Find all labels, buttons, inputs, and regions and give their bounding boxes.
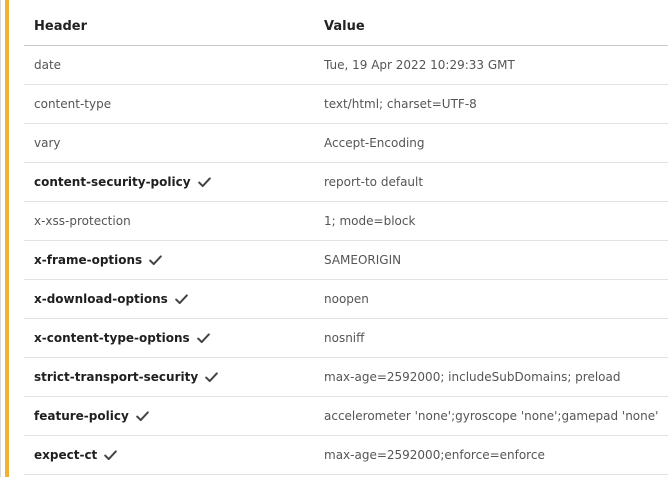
header-value-cell: 1; mode=block (314, 201, 668, 241)
header-name: expect-ct (34, 448, 98, 462)
header-name: strict-transport-security (34, 370, 199, 384)
header-name-cell: content-security-policy (24, 162, 314, 202)
table-header-row: Header Value (24, 8, 668, 46)
table-row: content-security-policy report-to defaul… (24, 162, 668, 202)
header-name: date (34, 58, 62, 72)
header-name: feature-policy (34, 409, 129, 423)
header-name: content-security-policy (34, 175, 191, 189)
column-header-value[interactable]: Value (314, 8, 668, 46)
header-name-cell: feature-policy (24, 396, 314, 436)
header-name-cell: x-frame-options (24, 240, 314, 280)
column-header-header[interactable]: Header (24, 8, 314, 46)
check-icon (205, 372, 218, 383)
check-icon (104, 450, 118, 461)
headers-table: Header Value date Tue, 19 Apr 2022 10:29… (24, 8, 668, 475)
table-row: feature-policy accelerometer 'none';gyro… (24, 396, 668, 436)
header-value-cell: Accept-Encoding (314, 123, 668, 163)
header-name-cell: expect-ct (24, 435, 314, 475)
table-row: x-frame-options SAMEORIGIN (24, 240, 668, 280)
header-name-cell: x-download-options (24, 279, 314, 319)
header-name-cell: x-xss-protection (24, 201, 314, 241)
header-value-cell: report-to default (314, 162, 668, 202)
table-row: vary Accept-Encoding (24, 123, 668, 163)
header-value-cell: nosniff (314, 318, 668, 358)
header-name-cell: vary (24, 123, 314, 163)
header-value-cell: SAMEORIGIN (314, 240, 668, 280)
check-icon (135, 411, 149, 422)
header-name: x-frame-options (34, 253, 143, 267)
header-value-cell: Tue, 19 Apr 2022 10:29:33 GMT (314, 45, 668, 85)
check-icon (175, 294, 188, 305)
accent-bar (5, 0, 9, 477)
header-name: vary (34, 136, 61, 150)
header-value-cell: text/html; charset=UTF-8 (314, 84, 668, 124)
response-headers-panel: Header Value date Tue, 19 Apr 2022 10:29… (0, 0, 668, 477)
header-name-cell: date (24, 45, 314, 85)
header-value-cell: noopen (314, 279, 668, 319)
table-row: expect-ct max-age=2592000;enforce=enforc… (24, 435, 668, 475)
header-name-cell: strict-transport-security (24, 357, 314, 397)
header-name-cell: x-content-type-options (24, 318, 314, 358)
header-name: x-content-type-options (34, 331, 190, 345)
header-name: x-download-options (34, 292, 168, 306)
header-name-cell: content-type (24, 84, 314, 124)
header-value-cell: max-age=2592000; includeSubDomains; prel… (314, 357, 668, 397)
header-value-cell: max-age=2592000;enforce=enforce (314, 435, 668, 475)
table-row: strict-transport-security max-age=259200… (24, 357, 668, 397)
header-name: x-xss-protection (34, 214, 131, 228)
panel-border (0, 0, 1, 477)
table-row: x-download-options noopen (24, 279, 668, 319)
header-name: content-type (34, 97, 112, 111)
table-row: x-xss-protection 1; mode=block (24, 201, 668, 241)
check-icon (196, 333, 210, 344)
table-row: x-content-type-options nosniff (24, 318, 668, 358)
header-value-cell: accelerometer 'none';gyroscope 'none';ga… (314, 396, 668, 436)
check-icon (149, 255, 163, 266)
table-row: content-type text/html; charset=UTF-8 (24, 84, 668, 124)
check-icon (197, 177, 211, 188)
table-row: date Tue, 19 Apr 2022 10:29:33 GMT (24, 45, 668, 85)
